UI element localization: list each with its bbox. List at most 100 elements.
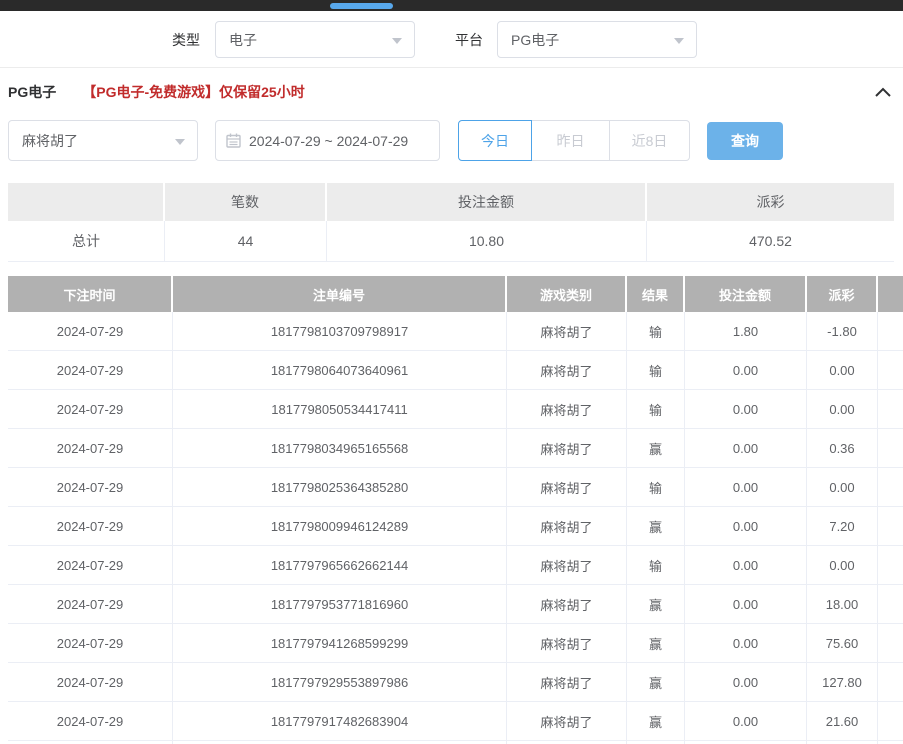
- cell-payout: 7.20: [807, 507, 878, 545]
- cell-filler: [878, 624, 903, 662]
- summary-header-bet-amount: 投注金额: [327, 183, 647, 221]
- summary-total-payout: 470.52: [647, 221, 894, 261]
- cell-bet-time: 2024-07-29: [8, 351, 173, 389]
- cell-game-type: 麻将胡了: [507, 351, 627, 389]
- collapse-button[interactable]: [873, 82, 893, 102]
- section-header: PG电子 【PG电子-免费游戏】仅保留25小时: [8, 80, 895, 104]
- cell-result: 输: [627, 468, 685, 506]
- cell-bet-id: 1817798034965165568: [173, 429, 507, 467]
- cell-filler: [878, 702, 903, 740]
- table-row: 2024-07-291817798034965165568麻将胡了赢0.000.…: [8, 429, 903, 468]
- header-result: 结果: [627, 276, 685, 312]
- cell-bet-time: 2024-07-29: [8, 702, 173, 740]
- section-notice: 【PG电子-免费游戏】仅保留25小时: [82, 82, 304, 102]
- platform-select[interactable]: PG电子: [497, 21, 697, 58]
- cell-bet-amount: 1.80: [685, 312, 807, 350]
- yesterday-button[interactable]: 昨日: [532, 120, 610, 161]
- summary-total-row: 总计 44 10.80 470.52: [8, 221, 894, 262]
- cell-game-type: 麻将胡了: [507, 312, 627, 350]
- cell-bet-time: 2024-07-29: [8, 507, 173, 545]
- summary-total-count: 44: [165, 221, 327, 261]
- summary-total-label: 总计: [8, 221, 165, 261]
- cell-bet-id: 1817797953771816960: [173, 585, 507, 623]
- header-game-type: 游戏类别: [507, 276, 627, 312]
- cell-bet-amount: 0.00: [685, 702, 807, 740]
- cell-payout: 127.80: [807, 663, 878, 701]
- platform-label: 平台: [455, 30, 483, 50]
- cell-game-type: 麻将胡了: [507, 390, 627, 428]
- date-shortcut-group: 今日 昨日 近8日: [458, 120, 690, 161]
- top-scrollbar-track: [0, 0, 903, 11]
- cell-bet-time: 2024-07-29: [8, 312, 173, 350]
- date-range-input[interactable]: 2024-07-29 ~ 2024-07-29: [215, 120, 440, 161]
- last-8-days-button[interactable]: 近8日: [610, 120, 690, 161]
- cell-bet-id: 1817798050534417411: [173, 390, 507, 428]
- top-filter-bar: 类型 电子 平台 PG电子: [0, 11, 903, 68]
- cell-payout: 0.00: [807, 468, 878, 506]
- cell-payout: 18.00: [807, 585, 878, 623]
- search-button[interactable]: 查询: [707, 122, 783, 160]
- cell-result: 输: [627, 312, 685, 350]
- table-row: 2024-07-291817797941268599299麻将胡了赢0.0075…: [8, 624, 903, 663]
- chevron-down-icon: [392, 38, 402, 44]
- cell-bet-amount: 0.00: [685, 507, 807, 545]
- cell-filler: [878, 585, 903, 623]
- cell-payout: 21.60: [807, 702, 878, 740]
- table-row: 2024-07-291817798025364385280麻将胡了输0.000.…: [8, 468, 903, 507]
- cell-payout: 0.00: [807, 390, 878, 428]
- cell-bet-time: 2024-07-29: [8, 585, 173, 623]
- cell-filler: [878, 429, 903, 467]
- cell-game-type: 麻将胡了: [507, 663, 627, 701]
- game-select[interactable]: 麻将胡了: [8, 120, 198, 161]
- cell-bet-amount: 0.00: [685, 468, 807, 506]
- date-range-value: 2024-07-29 ~ 2024-07-29: [249, 133, 408, 149]
- section-title: PG电子: [8, 82, 56, 102]
- header-bet-amount: 投注金额: [685, 276, 807, 312]
- cell-filler: [878, 390, 903, 428]
- header-payout: 派彩: [807, 276, 878, 312]
- table-row: 2024-07-291817798050534417411麻将胡了输0.000.…: [8, 390, 903, 429]
- cell-bet-id: 1817798064073640961: [173, 351, 507, 389]
- scrollbar-thumb[interactable]: [330, 3, 393, 9]
- query-bar: 麻将胡了 2024-07-29 ~ 2024-07-29 今日 昨日 近8日 查…: [8, 120, 895, 162]
- type-select-value: 电子: [229, 30, 257, 50]
- type-select[interactable]: 电子: [215, 21, 415, 58]
- header-bet-id: 注单编号: [173, 276, 507, 312]
- cell-payout: 75.60: [807, 624, 878, 662]
- game-select-value: 麻将胡了: [22, 131, 78, 151]
- cell-bet-amount: 0.00: [685, 585, 807, 623]
- cell-result: 赢: [627, 702, 685, 740]
- chevron-down-icon: [674, 38, 684, 44]
- cell-filler: [878, 468, 903, 506]
- cell-bet-id: 1817797917482683904: [173, 702, 507, 740]
- table-row: 2024-07-291817797953771816960麻将胡了赢0.0018…: [8, 585, 903, 624]
- cell-game-type: 麻将胡了: [507, 507, 627, 545]
- summary-header-payout: 派彩: [647, 183, 894, 221]
- cell-result: 输: [627, 546, 685, 584]
- type-label: 类型: [172, 30, 200, 50]
- cell-game-type: 麻将胡了: [507, 546, 627, 584]
- cell-bet-time: 2024-07-29: [8, 546, 173, 584]
- page: 类型 电子 平台 PG电子 PG电子 【PG电子-免费游戏】仅保留25小时 麻将…: [0, 0, 903, 744]
- cell-payout: 0.36: [807, 429, 878, 467]
- summary-total-bet-amount: 10.80: [327, 221, 647, 261]
- cell-filler: [878, 663, 903, 701]
- summary-header-blank: [8, 183, 165, 221]
- cell-bet-id: 1817797965662662144: [173, 546, 507, 584]
- table-row: 2024-07-291817798009946124289麻将胡了赢0.007.…: [8, 507, 903, 546]
- summary-table: 笔数 投注金额 派彩 总计 44 10.80 470.52: [8, 183, 894, 262]
- cell-game-type: 麻将胡了: [507, 624, 627, 662]
- cell-filler: [878, 351, 903, 389]
- chevron-up-icon: [875, 87, 891, 97]
- summary-header-count: 笔数: [165, 183, 327, 221]
- cell-bet-id: 1817798103709798917: [173, 312, 507, 350]
- table-row: 2024-07-291817798064073640961麻将胡了输0.000.…: [8, 351, 903, 390]
- cell-result: 输: [627, 351, 685, 389]
- cell-filler: [878, 312, 903, 350]
- cell-bet-amount: 0.00: [685, 390, 807, 428]
- cell-bet-time: 2024-07-29: [8, 663, 173, 701]
- today-button[interactable]: 今日: [458, 120, 532, 161]
- header-bet-time: 下注时间: [8, 276, 173, 312]
- cell-bet-time: 2024-07-29: [8, 624, 173, 662]
- cell-bet-amount: 0.00: [685, 663, 807, 701]
